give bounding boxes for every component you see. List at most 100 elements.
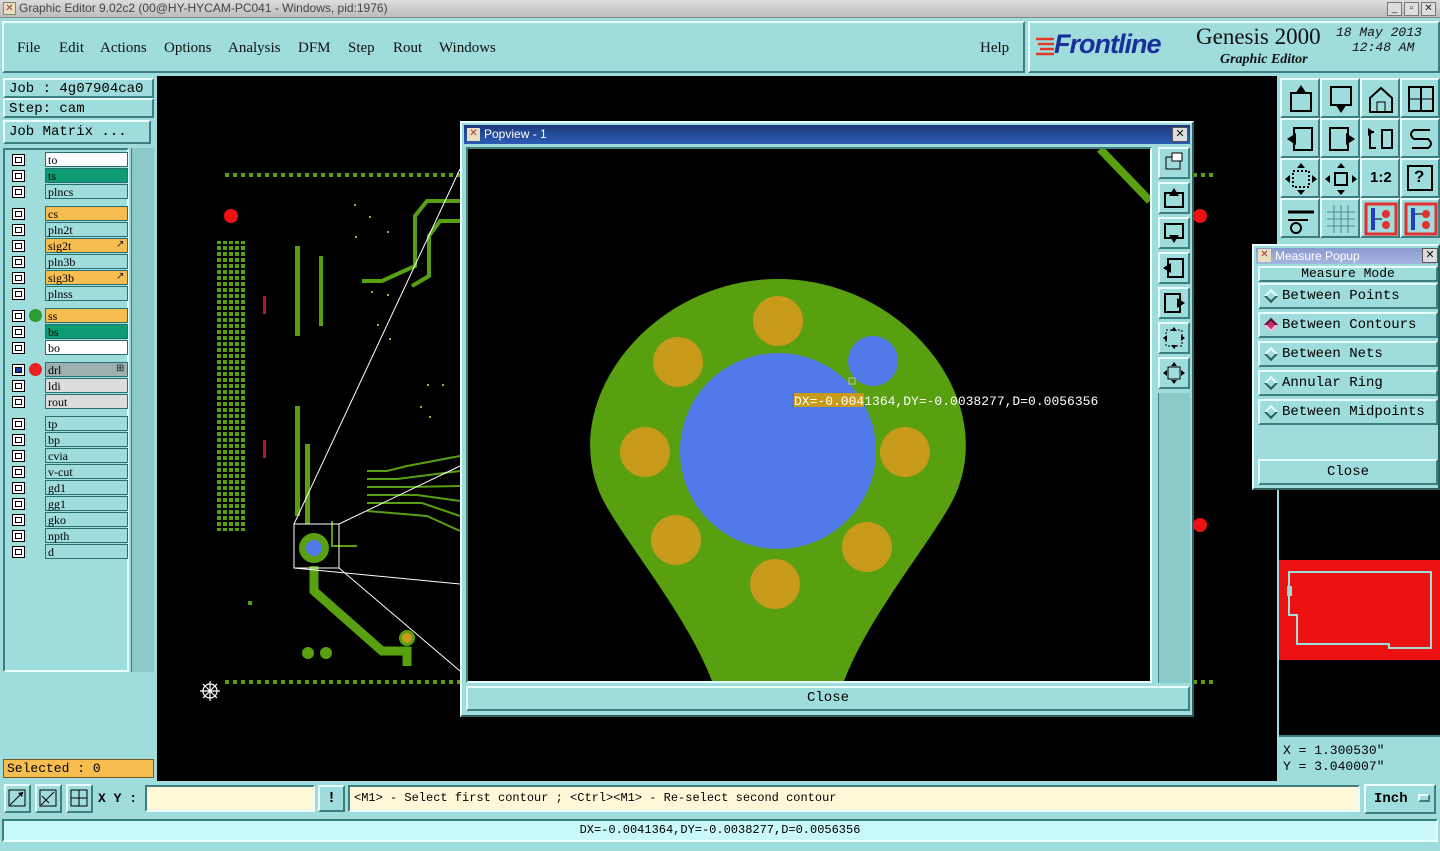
layer-checkbox[interactable] <box>12 466 25 478</box>
menu-rout[interactable]: Rout <box>393 40 422 57</box>
layer-name[interactable]: gg1 <box>45 496 128 511</box>
layer-row-tp[interactable]: tp <box>12 416 130 432</box>
layer-row-rout[interactable]: rout <box>12 394 130 410</box>
layer-row-v-cut[interactable]: v-cut <box>12 464 130 480</box>
tool-layers-icon[interactable] <box>1360 198 1400 238</box>
layer-checkbox[interactable] <box>12 514 25 526</box>
measure-close-button[interactable]: Close <box>1258 459 1438 485</box>
layer-checkbox[interactable] <box>12 450 25 462</box>
layer-row-d[interactable]: d <box>12 544 130 560</box>
layer-name[interactable]: bo <box>45 340 128 355</box>
layer-row-pln3b[interactable]: pln3b <box>12 254 130 270</box>
layer-checkbox[interactable] <box>12 208 25 220</box>
tool-left-icon[interactable] <box>1280 118 1320 158</box>
layer-row-sig2t[interactable]: sig2t ↗ <box>12 238 130 254</box>
tool-center-icon[interactable] <box>1320 158 1360 198</box>
layer-name[interactable]: bp <box>45 432 128 447</box>
layer-checkbox[interactable] <box>12 396 25 408</box>
option-between-midpoints[interactable]: Between Midpoints <box>1258 399 1438 425</box>
measure-close-x-icon[interactable]: ✕ <box>1422 248 1438 263</box>
menu-windows[interactable]: Windows <box>439 40 496 57</box>
layer-name[interactable]: plnss <box>45 286 128 301</box>
layer-checkbox[interactable] <box>12 326 25 338</box>
grid-tool-icon[interactable] <box>66 784 93 813</box>
tool-ratio-icon[interactable]: 1:2 <box>1360 158 1400 198</box>
tool-home-icon[interactable] <box>1360 78 1400 118</box>
units-dropdown[interactable]: Inch <box>1364 784 1436 814</box>
popview-canvas[interactable]: DX=-0.0041364,DY=-0.0038277,D=0.0056356 <box>466 147 1152 683</box>
pop-tool-center-icon[interactable] <box>1158 357 1190 389</box>
layer-name[interactable]: rout <box>45 394 128 409</box>
menu-help[interactable]: Help <box>980 40 1009 57</box>
pop-tool-fit-icon[interactable] <box>1158 322 1190 354</box>
layer-list-scrollbar[interactable] <box>131 148 154 672</box>
layer-name[interactable]: gd1 <box>45 480 128 495</box>
popview-close-x-icon[interactable]: ✕ <box>1172 127 1188 142</box>
option-between-points[interactable]: Between Points <box>1258 283 1438 309</box>
layer-row-gd1[interactable]: gd1 <box>12 480 130 496</box>
layer-checkbox[interactable] <box>12 170 25 182</box>
pop-tool-up-icon[interactable] <box>1158 182 1190 214</box>
layer-row-ss[interactable]: ss <box>12 308 130 324</box>
layer-row-bo[interactable]: bo <box>12 340 130 356</box>
layer-row-gg1[interactable]: gg1 <box>12 496 130 512</box>
pop-tool-down-icon[interactable] <box>1158 217 1190 249</box>
radio-between-points[interactable] <box>1263 288 1279 304</box>
layer-checkbox[interactable] <box>12 498 25 510</box>
layer-row-cvia[interactable]: cvia <box>12 448 130 464</box>
layer-checkbox[interactable] <box>12 310 25 322</box>
overview-panel[interactable]: X = 1.300530" Y = 3.040007" <box>1277 490 1440 782</box>
layer-row-ldi[interactable]: ldi <box>12 378 130 394</box>
tool-grid-icon[interactable] <box>1320 198 1360 238</box>
layer-checkbox[interactable] <box>12 380 25 392</box>
menu-file[interactable]: File <box>17 40 40 57</box>
measure-tool-icon[interactable] <box>35 784 62 813</box>
layer-checkbox[interactable] <box>12 342 25 354</box>
layer-name[interactable]: ldi <box>45 378 128 393</box>
radio-between-contours[interactable] <box>1263 317 1279 333</box>
xy-input[interactable] <box>145 785 315 812</box>
menu-analysis[interactable]: Analysis <box>228 40 281 57</box>
radio-between-nets[interactable] <box>1263 346 1279 362</box>
layer-name[interactable]: bs <box>45 324 128 339</box>
menu-edit[interactable]: Edit <box>59 40 84 57</box>
menu-dfm[interactable]: DFM <box>298 40 331 57</box>
popview-titlebar[interactable]: ✕ Popview - 1 ✕ <box>464 125 1190 144</box>
job-matrix-button[interactable]: Job Matrix ... <box>3 120 151 144</box>
tool-up-icon[interactable] <box>1280 78 1320 118</box>
layer-row-cs[interactable]: cs <box>12 206 130 222</box>
popview-close-button[interactable]: Close <box>466 686 1190 711</box>
layer-name[interactable]: cvia <box>45 448 128 463</box>
menu-step[interactable]: Step <box>348 40 375 57</box>
layer-checkbox[interactable] <box>12 288 25 300</box>
radio-between-midpoints[interactable] <box>1263 404 1279 420</box>
close-window-button[interactable]: ✕ <box>1421 2 1436 16</box>
layer-row-ts[interactable]: ts <box>12 168 130 184</box>
board-overview-map[interactable] <box>1279 560 1440 660</box>
layer-name[interactable]: npth <box>45 528 128 543</box>
measure-titlebar[interactable]: ✕ Measure Popup <box>1256 248 1436 264</box>
minimize-button[interactable]: _ <box>1387 2 1402 16</box>
layer-checkbox[interactable] <box>12 154 25 166</box>
tool-fit-icon[interactable] <box>1280 158 1320 198</box>
option-annular-ring[interactable]: Annular Ring <box>1258 370 1438 396</box>
option-between-contours[interactable]: Between Contours <box>1258 312 1438 338</box>
pop-tool-left-icon[interactable] <box>1158 252 1190 284</box>
layer-checkbox[interactable] <box>12 256 25 268</box>
layer-row-drl[interactable]: drl ⊞ <box>12 362 130 378</box>
layer-name[interactable]: ss <box>45 308 128 323</box>
layer-name[interactable]: gko <box>45 512 128 527</box>
layer-name[interactable]: plncs <box>45 184 128 199</box>
layer-name[interactable]: pln2t <box>45 222 128 237</box>
tool-down-icon[interactable] <box>1320 78 1360 118</box>
radio-annular-ring[interactable] <box>1263 375 1279 391</box>
menu-actions[interactable]: Actions <box>100 40 147 57</box>
layer-row-npth[interactable]: npth <box>12 528 130 544</box>
layer-name[interactable]: ts <box>45 168 128 183</box>
layer-name[interactable]: to <box>45 152 128 167</box>
tool-layers2-icon[interactable] <box>1400 198 1440 238</box>
tool-split-icon[interactable] <box>1400 78 1440 118</box>
layer-row-pln2t[interactable]: pln2t <box>12 222 130 238</box>
layer-row-to[interactable]: to <box>12 152 130 168</box>
maximize-button[interactable]: ▫ <box>1404 2 1419 16</box>
